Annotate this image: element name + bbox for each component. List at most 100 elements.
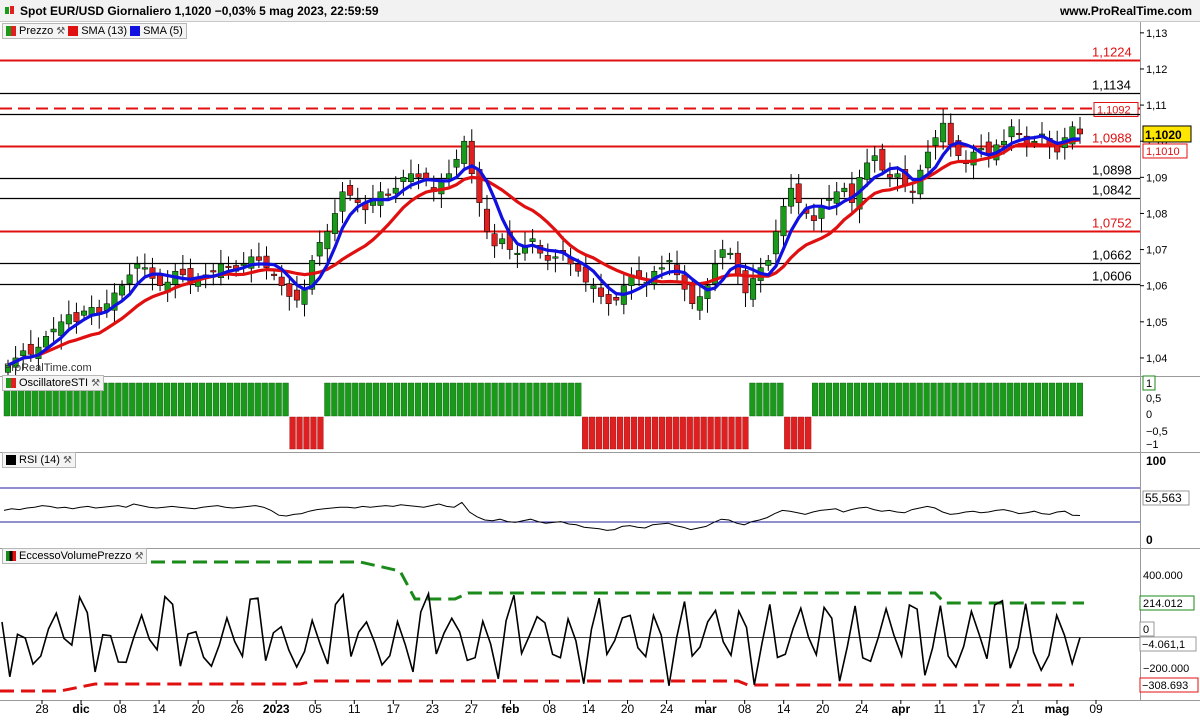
candle-body [81, 310, 88, 316]
x-axis-label: 24 [660, 702, 674, 716]
vol-line [1, 590, 1081, 686]
sti-bar [909, 382, 916, 417]
sti-bar [400, 382, 408, 417]
candle-body [392, 187, 399, 194]
candle-body [932, 137, 939, 146]
sti-bar [561, 382, 568, 417]
candle-body [605, 294, 612, 305]
x-axis-label: 14 [152, 702, 166, 716]
sti-bar [784, 416, 791, 450]
sti-bar [261, 382, 268, 417]
x-axis-label: 24 [855, 702, 869, 716]
vol-legend[interactable]: EccessoVolumePrezzo ⚒ [2, 548, 148, 564]
y-tick-label: 1,04 [1146, 353, 1167, 365]
candle-body [50, 328, 57, 333]
candle-body [461, 140, 468, 164]
sti-bar [547, 382, 554, 417]
candle-body [43, 336, 50, 348]
candle-body [841, 187, 848, 193]
x-axis-label: 08 [543, 702, 557, 716]
wrench-icon[interactable]: ⚒ [135, 551, 144, 562]
x-axis-label: 17 [972, 702, 986, 716]
candle-body [544, 255, 551, 261]
sti-bar [972, 382, 979, 417]
sti-bar [693, 416, 700, 450]
sti-bar [993, 382, 1000, 417]
vol-swatch [6, 551, 16, 561]
sti-tick-label: −1 [1146, 439, 1159, 451]
sti-bar [449, 382, 456, 417]
sti-bar [923, 382, 930, 417]
sti-bar [373, 382, 380, 417]
candle-body [255, 256, 262, 261]
sti-bar [526, 382, 533, 417]
candle-body [894, 173, 901, 178]
rsi-legend[interactable]: RSI (14) ⚒ [2, 452, 76, 468]
candle-body [598, 287, 605, 297]
sti-bar [1007, 382, 1014, 417]
sti-bar [428, 382, 435, 417]
rsi-tick-label: 0 [1146, 533, 1153, 547]
candle-body [141, 267, 148, 270]
wrench-icon[interactable]: ⚒ [63, 455, 72, 466]
candle-body [795, 183, 802, 203]
sma13-badge-label: 1,1010 [1146, 146, 1180, 158]
price-label: Prezzo [19, 25, 54, 37]
candle-body [293, 289, 300, 301]
sti-bar [240, 382, 247, 417]
sti-bar [366, 382, 373, 417]
level-label: 1,1134 [1092, 78, 1131, 93]
candle-body [886, 174, 893, 178]
x-axis-label: 08 [113, 702, 127, 716]
candle-body [552, 256, 559, 259]
watermark: ProRealTime.com [4, 362, 92, 374]
sti-bar [575, 382, 582, 417]
sti-tick-label: 0 [1146, 409, 1152, 421]
sti-bar [157, 382, 164, 417]
x-axis-label: apr [891, 702, 910, 716]
sti-bar [1048, 382, 1056, 417]
candle-body [575, 263, 582, 272]
y-tick-label: 1,06 [1146, 281, 1167, 293]
vol-last-badge-label: −4.061,1 [1142, 639, 1185, 651]
candle-body [1000, 140, 1007, 146]
sti-bar [456, 382, 463, 417]
sti-bar [686, 416, 693, 450]
sti-bar [735, 416, 742, 450]
sti-bar [644, 416, 652, 450]
sti-bar [616, 416, 624, 450]
rsi-label: RSI (14) [19, 454, 60, 466]
sti-tick-label: 0,5 [1146, 393, 1161, 405]
chart-canvas[interactable]: 1,12241,11341,10921,09881,08981,08421,07… [0, 0, 1200, 720]
level-label: 1,0606 [1092, 269, 1132, 284]
candle-body [119, 285, 126, 296]
sma13-label: SMA (13) [81, 25, 128, 37]
vol-label: EccessoVolumePrezzo [19, 550, 132, 562]
candle-body [689, 284, 696, 305]
x-axis-label: mar [695, 702, 717, 716]
x-axis-label: 09 [1089, 702, 1103, 716]
sti-label: OscillatoreSTI [19, 377, 89, 389]
candle-body [316, 242, 323, 257]
sti-bar [421, 382, 429, 417]
y-tick-label: 1,09 [1146, 172, 1167, 184]
wrench-icon[interactable]: ⚒ [56, 26, 65, 37]
sti-bar [136, 382, 143, 417]
sti-bar [477, 382, 484, 417]
sti-bar [881, 382, 888, 417]
candle-body [788, 187, 795, 207]
sti-bar [958, 382, 965, 417]
vol-zero-badge-label: 0 [1143, 624, 1149, 636]
sti-legend[interactable]: OscillatoreSTI ⚒ [2, 375, 105, 391]
sti-bar [177, 382, 185, 417]
candle-body [742, 270, 749, 294]
vol-tick-label: 400.000 [1143, 570, 1183, 582]
sti-bar [247, 382, 254, 417]
candle-body [210, 270, 217, 273]
sti-bar [198, 382, 206, 417]
price-legend[interactable]: Prezzo ⚒ SMA (13) SMA (5) [2, 23, 187, 39]
sti-bar [707, 416, 714, 450]
sti-tick-label: −0,5 [1146, 426, 1168, 438]
wrench-icon[interactable]: ⚒ [91, 378, 100, 389]
sti-bar [1076, 382, 1083, 417]
